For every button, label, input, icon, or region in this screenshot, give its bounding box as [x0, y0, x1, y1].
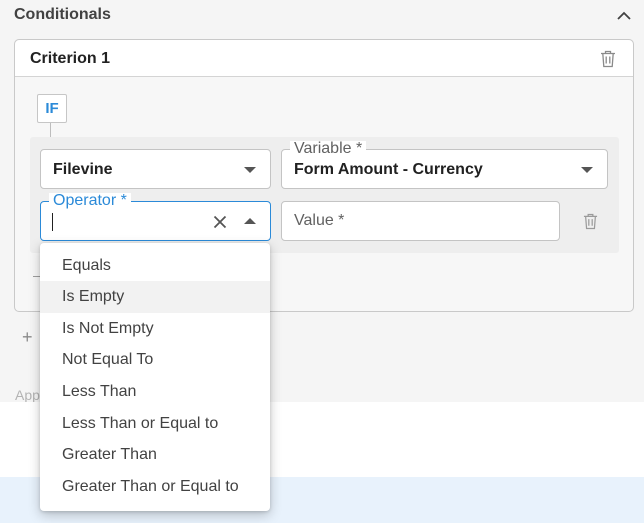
- variable-value: Form Amount - Currency: [294, 161, 483, 178]
- option-less-than[interactable]: Less Than: [40, 376, 270, 408]
- value-input[interactable]: Value *: [281, 201, 560, 241]
- criterion-title: Criterion 1: [30, 50, 111, 67]
- trash-icon: [601, 50, 615, 68]
- chevron-down-icon: [581, 167, 593, 173]
- section-title: Conditionals: [14, 6, 111, 23]
- value-placeholder: Value *: [294, 212, 345, 229]
- variable-select[interactable]: Variable * Form Amount - Currency: [281, 141, 608, 189]
- delete-criterion-button[interactable]: [596, 47, 620, 71]
- clear-operator-button[interactable]: [208, 211, 232, 233]
- plus-icon: +: [22, 327, 33, 347]
- chevron-up-icon: [244, 218, 256, 224]
- option-is-empty[interactable]: Is Empty: [40, 281, 270, 313]
- option-greater-than[interactable]: Greater Than: [40, 439, 270, 471]
- option-is-not-empty[interactable]: Is Not Empty: [40, 313, 270, 345]
- operator-label: Operator *: [49, 193, 131, 209]
- option-less-than-or-equal[interactable]: Less Than or Equal to: [40, 408, 270, 440]
- source-value: Filevine: [53, 161, 113, 178]
- chevron-down-icon: [244, 167, 256, 173]
- operator-dropdown: Equals Is Empty Is Not Empty Not Equal T…: [40, 243, 270, 511]
- option-equals[interactable]: Equals: [40, 250, 270, 282]
- app-section-label: App: [15, 388, 40, 402]
- add-criterion-button[interactable]: +: [22, 327, 33, 347]
- option-not-equal-to[interactable]: Not Equal To: [40, 344, 270, 376]
- close-icon: [213, 215, 227, 229]
- source-select[interactable]: Filevine: [40, 149, 271, 189]
- operator-select[interactable]: Operator *: [40, 193, 271, 241]
- delete-condition-button[interactable]: [578, 209, 602, 233]
- text-caret: [52, 213, 53, 231]
- option-greater-than-or-equal[interactable]: Greater Than or Equal to: [40, 471, 270, 503]
- collapse-button[interactable]: [612, 4, 636, 26]
- if-badge: IF: [37, 94, 67, 123]
- chevron-up-icon: [617, 11, 631, 20]
- variable-label: Variable *: [290, 141, 367, 157]
- if-connector-line: [50, 123, 51, 137]
- trash-icon: [583, 213, 597, 229]
